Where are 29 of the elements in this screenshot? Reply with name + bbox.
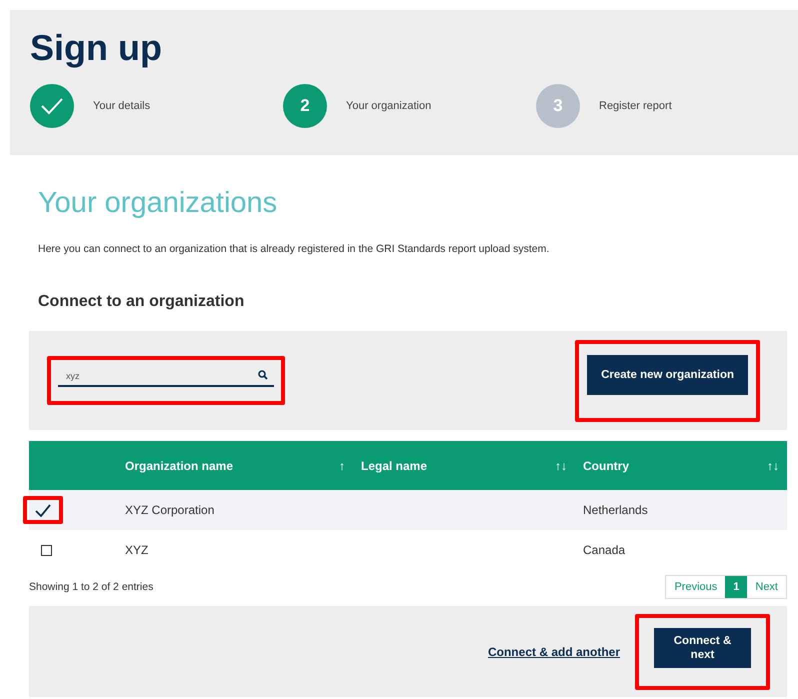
step-number: 2	[283, 84, 327, 128]
checkbox[interactable]	[41, 544, 52, 556]
table-cell: Netherlands	[583, 503, 648, 517]
previous-button[interactable]: Previous	[666, 576, 726, 598]
connect-next-button[interactable]: Connect & next	[654, 628, 751, 668]
step-label: Register report	[599, 100, 672, 112]
section-heading: Your organizations	[38, 186, 278, 221]
page-button[interactable]: 1	[725, 576, 748, 598]
column-header[interactable]: Legal name	[361, 458, 428, 472]
page-title: Sign up	[30, 26, 163, 70]
search-icon[interactable]	[258, 370, 268, 380]
column-header[interactable]: Organization name	[125, 458, 234, 472]
entries-info: Showing 1 to 2 of 2 entries	[29, 581, 154, 593]
step-label: Your organization	[346, 100, 432, 112]
column-header[interactable]: Country	[583, 458, 629, 472]
sort-icon[interactable]: ↑↓	[767, 458, 779, 472]
create-organization-button[interactable]: Create new organization	[587, 354, 748, 394]
connect-add-another-link[interactable]: Connect & add another	[488, 644, 620, 658]
step-label: Your details	[93, 100, 150, 112]
table-cell: XYZ	[125, 543, 148, 557]
table-cell: Canada	[583, 543, 626, 557]
next-page-button[interactable]: Next	[747, 576, 786, 598]
subsection-title: Connect to an organization	[38, 293, 246, 311]
step-number: 3	[536, 84, 580, 128]
table-cell: XYZ Corporation	[125, 503, 214, 517]
checkbox[interactable]	[35, 504, 51, 517]
sort-icon[interactable]: ↑↓	[555, 458, 567, 472]
sort-icon[interactable]: ↑	[339, 458, 345, 472]
intro-text: Here you can connect to an organization that is already registered in the GRI Standards report upload system.	[38, 243, 550, 255]
